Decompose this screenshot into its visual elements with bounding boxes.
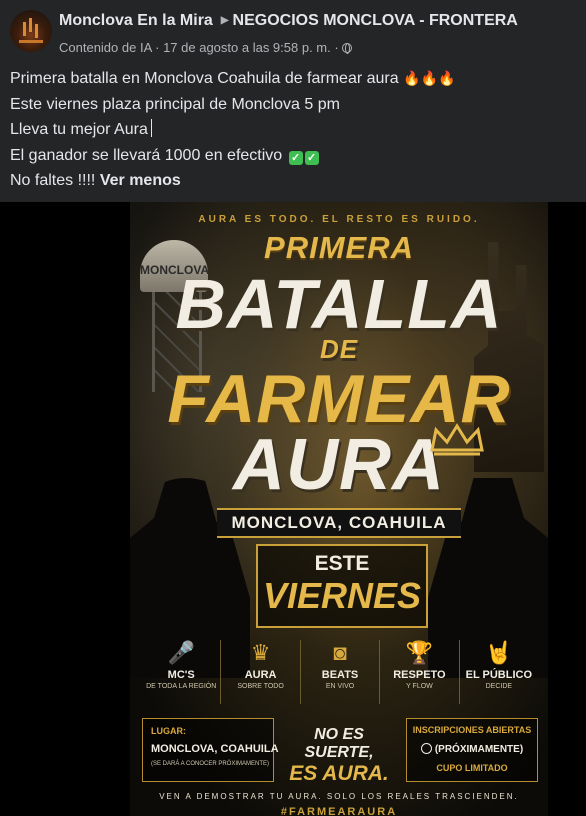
check-emoji-icon: ✓ (304, 150, 319, 165)
trophy-icon: 🏆 (405, 640, 434, 665)
feature-item: ♛ AURA SOBRE TODO (221, 640, 301, 704)
feature-item: 🏆 RESPETO Y FLOW (380, 640, 460, 704)
see-less-link[interactable]: Ver menos (100, 172, 181, 189)
post-header: Monclova En la Mira ▶ NEGOCIOS MONCLOVA - … (0, 0, 586, 64)
feature-item: 🎤 MC'S DE TODA LA REGIÓN (142, 640, 222, 704)
poster-slogan: NO ES SUERTE, ES AURA. (289, 726, 389, 785)
fire-emoji-icon: 🔥🔥🔥 (403, 70, 456, 86)
poster-title-batalla: BATALLA (175, 265, 503, 343)
crown-icon: ♛ (250, 640, 271, 665)
text-cursor (150, 119, 152, 137)
crown-icon (430, 423, 484, 456)
author-line: Monclova En la Mira ▶ NEGOCIOS MONCLOVA - … (59, 12, 518, 30)
post-line-4: El ganador se llevará 1000 en efectivo ✓… (10, 143, 580, 169)
poster-viernes-label: VIERNES (262, 575, 422, 616)
lugar-label: LUGAR: (151, 726, 186, 736)
rock-hand-icon: 🤘 (485, 640, 513, 665)
poster-tagline-bottom: VEN A DEMOSTRAR TU AURA. SOLO LOS REALES… (159, 792, 519, 801)
feature-item: 🤘 EL PÚBLICO DECIDE (460, 640, 538, 704)
page-avatar[interactable] (10, 10, 52, 52)
poster-date-box: ESTE VIERNES (256, 544, 428, 628)
post-line-2: Este viernes plaza principal de Monclova… (10, 95, 340, 113)
page-name-link[interactable]: Monclova En la Mira (59, 12, 213, 29)
arrow-right-icon: ▶ (220, 15, 229, 26)
lugar-value: MONCLOVA, COAHUILA (151, 743, 279, 755)
whatsapp-icon (420, 743, 432, 754)
post-meta: Contenido de IA · 17 de agosto a las 9:5… (59, 40, 352, 55)
post-line-1: Primera batalla en Monclova Coahuila de … (10, 70, 456, 87)
poster-inscripciones-box: INSCRIPCIONES ABIERTAS (PRÓXIMAMENTE) CU… (406, 718, 538, 782)
city-skyline-icon (19, 22, 43, 43)
globe-icon (341, 43, 352, 54)
poster-hashtag: #FARMEARAURA (280, 806, 398, 816)
post-line-3: Lleva tu mejor Aura (10, 117, 580, 143)
poster-este-label: ESTE (314, 552, 370, 575)
post-text: Primera batalla en Monclova Coahuila de … (10, 66, 580, 194)
speaker-icon: ◙ (333, 640, 347, 665)
poster-lugar-box: LUGAR: MONCLOVA, COAHUILA (SE DARÁ A CON… (142, 718, 279, 782)
microphone-icon: 🎤 (167, 640, 195, 665)
cupo-label: CUPO LIMITADO (436, 763, 508, 773)
poster-title-primera: PRIMERA (264, 230, 414, 265)
inscripciones-label: INSCRIPCIONES ABIERTAS (412, 725, 532, 735)
feature-item: ◙ BEATS EN VIVO (301, 640, 381, 704)
whatsapp-line: (PRÓXIMAMENTE) (407, 743, 537, 755)
poster-info-row: LUGAR: MONCLOVA, COAHUILA (SE DARÁ A CON… (142, 718, 538, 785)
poster-location-banner: MONCLOVA, COAHUILA (130, 508, 548, 538)
event-poster[interactable]: MONCLOVA AURA ES TODO. EL RESTO ES RUIDO… (130, 202, 548, 816)
poster-features: 🎤 MC'S DE TODA LA REGIÓN ♛ AURA SOBRE TODO ◙… (142, 640, 538, 704)
lugar-note: (SE DARÁ A CONOCER PRÓXIMAMENTE) (151, 761, 270, 767)
group-name-link[interactable]: NEGOCIOS MONCLOVA - FRONTERA (233, 12, 518, 29)
post-media[interactable]: MONCLOVA AURA ES TODO. EL RESTO ES RUIDO… (0, 202, 586, 816)
post-timestamp[interactable]: Contenido de IA · 17 de agosto a las 9:5… (59, 40, 339, 55)
poster-tagline-top: AURA ES TODO. EL RESTO ES RUIDO. (198, 214, 480, 225)
check-emoji-icon: ✓ (288, 150, 303, 165)
post-line-5: No faltes !!!! Ver menos (10, 172, 181, 189)
